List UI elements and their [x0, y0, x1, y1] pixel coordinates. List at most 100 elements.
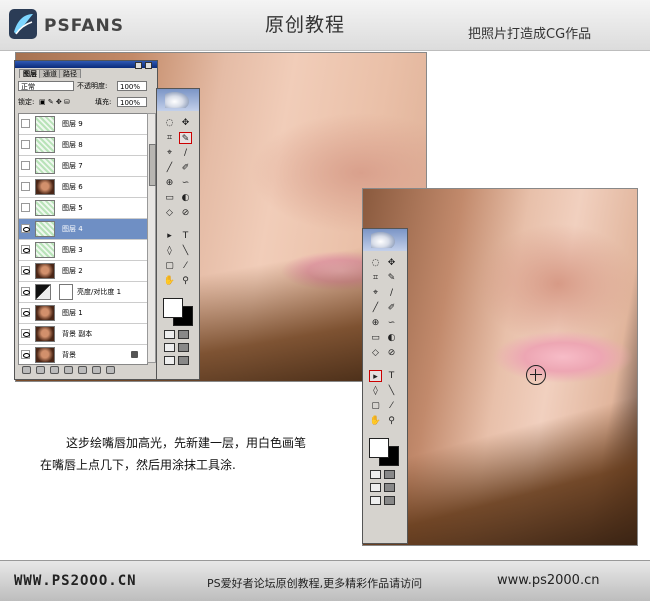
- tool-icon[interactable]: ◊: [163, 245, 176, 257]
- eye-icon[interactable]: [21, 119, 30, 128]
- tool-icon[interactable]: ✎: [385, 272, 398, 284]
- layer-row[interactable]: 图层 7: [19, 156, 147, 177]
- eye-icon[interactable]: [21, 224, 30, 233]
- standard-mode-icon[interactable]: [370, 470, 381, 479]
- eye-icon[interactable]: [21, 329, 30, 338]
- foreground-color-swatch[interactable]: [369, 438, 389, 458]
- adjustment-icon[interactable]: [64, 366, 73, 374]
- fullscreen-menu-icon[interactable]: [384, 483, 395, 492]
- tool-icon[interactable]: ╲: [385, 385, 398, 397]
- tool-icon[interactable]: T: [179, 230, 192, 242]
- tool-icon[interactable]: ⁄: [179, 260, 192, 272]
- jump-to-imageready-icon[interactable]: [178, 356, 189, 365]
- footer-url[interactable]: www.ps2000.cn: [497, 573, 599, 588]
- fill-input[interactable]: 100%: [117, 97, 147, 107]
- tool-icon[interactable]: ✐: [385, 302, 398, 314]
- tool-icon[interactable]: ◊: [369, 385, 382, 397]
- tool-icon[interactable]: ⚲: [385, 415, 398, 427]
- layer-row[interactable]: 图层 1: [19, 303, 147, 324]
- tool-icon[interactable]: T: [385, 370, 398, 382]
- eye-icon[interactable]: [21, 203, 30, 212]
- tool-icon[interactable]: ⊕: [163, 177, 176, 189]
- layer-row[interactable]: 图层 4: [19, 219, 147, 240]
- tool-icon[interactable]: ✋: [369, 415, 382, 427]
- close-icon[interactable]: [145, 62, 152, 69]
- standard-mode-icon[interactable]: [164, 330, 175, 339]
- tab-channels[interactable]: 通道: [39, 69, 61, 78]
- tool-icon[interactable]: ⌖: [369, 287, 382, 299]
- trash-icon[interactable]: [106, 366, 115, 374]
- screen-mode-icon[interactable]: [370, 483, 381, 492]
- tool-icon[interactable]: ◐: [179, 192, 192, 204]
- layer-row[interactable]: 图层 6: [19, 177, 147, 198]
- tool-icon[interactable]: ⌗: [163, 132, 176, 144]
- layer-row[interactable]: 背景: [19, 345, 147, 364]
- layer-row[interactable]: 亮度/对比度 1: [19, 282, 147, 303]
- folder-icon[interactable]: [78, 366, 87, 374]
- tool-icon[interactable]: ◐: [385, 332, 398, 344]
- tool-icon[interactable]: ▸: [163, 230, 176, 242]
- fullscreen-menu-icon[interactable]: [178, 343, 189, 352]
- quickmask-mode-icon[interactable]: [178, 330, 189, 339]
- tool-icon[interactable]: ╲: [179, 245, 192, 257]
- panel-title-bar[interactable]: [15, 61, 157, 69]
- tool-icon[interactable]: ◌: [163, 117, 176, 129]
- tool-icon[interactable]: ∕: [179, 147, 192, 159]
- fullscreen-icon[interactable]: [370, 496, 381, 505]
- tool-icon[interactable]: ╱: [163, 162, 176, 174]
- tool-icon[interactable]: ⊘: [385, 347, 398, 359]
- layer-row[interactable]: 图层 9: [19, 114, 147, 135]
- scrollbar-thumb[interactable]: [149, 144, 156, 186]
- tool-icon[interactable]: ⊕: [369, 317, 382, 329]
- layer-row[interactable]: 图层 5: [19, 198, 147, 219]
- tool-icon[interactable]: ▭: [369, 332, 382, 344]
- tab-layers[interactable]: 图层: [19, 69, 41, 78]
- minimize-icon[interactable]: [135, 62, 142, 69]
- opacity-input[interactable]: 100%: [117, 81, 147, 91]
- mask-icon[interactable]: [50, 366, 59, 374]
- eye-icon[interactable]: [21, 245, 30, 254]
- tool-icon[interactable]: ◇: [163, 207, 176, 219]
- eye-icon[interactable]: [21, 266, 30, 275]
- layer-row[interactable]: 图层 8: [19, 135, 147, 156]
- blend-mode-select[interactable]: 正常: [18, 81, 74, 91]
- brush-tool-icon[interactable]: ✎: [179, 132, 192, 144]
- tool-icon[interactable]: ✋: [163, 275, 176, 287]
- toolbox-header[interactable]: [157, 89, 199, 111]
- layer-scrollbar[interactable]: [147, 113, 156, 363]
- jump-to-imageready-icon[interactable]: [384, 496, 395, 505]
- tab-paths[interactable]: 路径: [59, 69, 81, 78]
- tool-icon[interactable]: ◇: [369, 347, 382, 359]
- tool-icon[interactable]: ✐: [179, 162, 192, 174]
- eye-icon[interactable]: [21, 182, 30, 191]
- tool-icon[interactable]: ▭: [163, 192, 176, 204]
- tool-icon[interactable]: ✥: [385, 257, 398, 269]
- eye-icon[interactable]: [21, 140, 30, 149]
- tool-icon[interactable]: ▢: [369, 400, 382, 412]
- foreground-color-swatch[interactable]: [163, 298, 183, 318]
- eye-icon[interactable]: [21, 308, 30, 317]
- layer-row[interactable]: 图层 3: [19, 240, 147, 261]
- tool-icon[interactable]: ∕: [385, 287, 398, 299]
- layer-style-icon[interactable]: [36, 366, 45, 374]
- lock-icons[interactable]: ▣ ✎ ✥ ⛁: [39, 98, 70, 106]
- tool-icon[interactable]: ◌: [369, 257, 382, 269]
- tool-icon[interactable]: ⁄: [385, 400, 398, 412]
- tool-icon[interactable]: ⌖: [163, 147, 176, 159]
- tool-icon[interactable]: ∽: [385, 317, 398, 329]
- fullscreen-icon[interactable]: [164, 356, 175, 365]
- brush-tool-icon[interactable]: ▸: [369, 370, 382, 382]
- screen-mode-icon[interactable]: [164, 343, 175, 352]
- new-layer-icon[interactable]: [92, 366, 101, 374]
- eye-icon[interactable]: [21, 350, 30, 359]
- tool-icon[interactable]: ▢: [163, 260, 176, 272]
- eye-icon[interactable]: [21, 287, 30, 296]
- layer-row[interactable]: 图层 2: [19, 261, 147, 282]
- tool-icon[interactable]: ⊘: [179, 207, 192, 219]
- tool-icon[interactable]: ╱: [369, 302, 382, 314]
- quickmask-mode-icon[interactable]: [384, 470, 395, 479]
- tool-icon[interactable]: ⌗: [369, 272, 382, 284]
- eye-icon[interactable]: [21, 161, 30, 170]
- toolbox-header[interactable]: [363, 229, 407, 251]
- tool-icon[interactable]: ∽: [179, 177, 192, 189]
